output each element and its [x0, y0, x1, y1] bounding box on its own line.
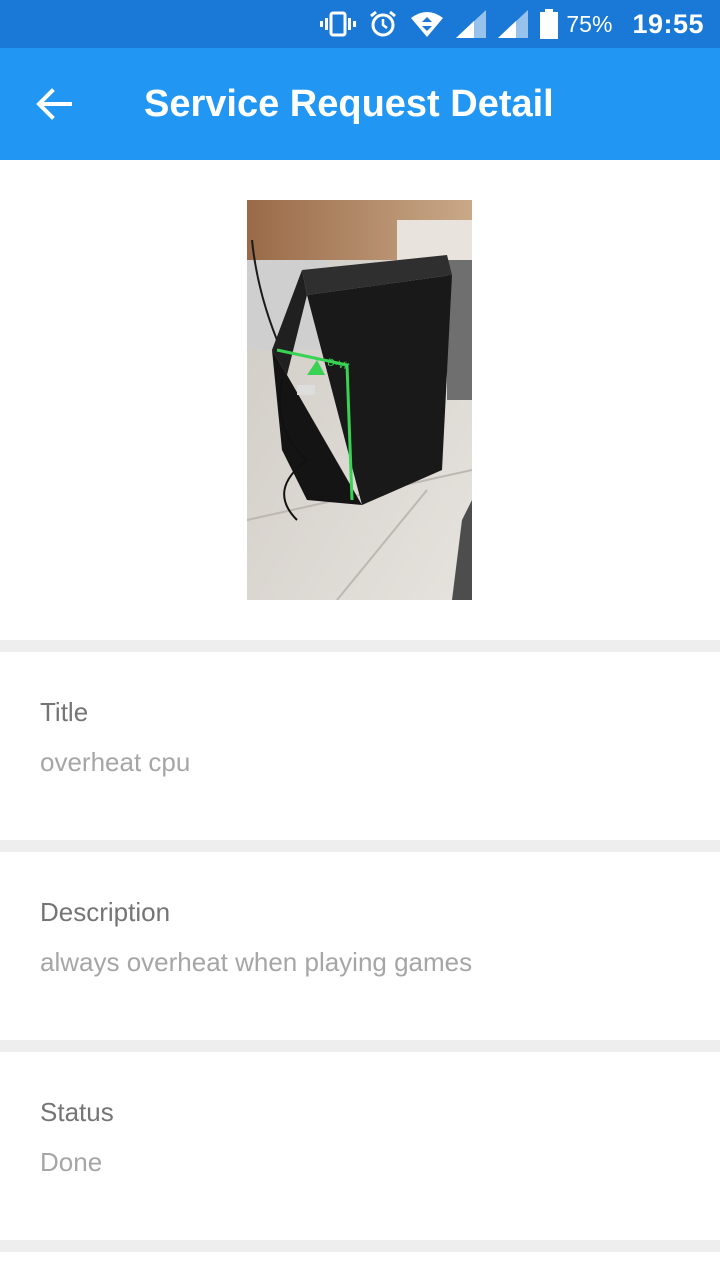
battery-percent: 75%: [566, 10, 613, 37]
title-section: Title overheat cpu: [40, 692, 680, 782]
section-divider: [0, 1040, 720, 1052]
vibrate-icon: [320, 10, 357, 38]
section-divider: [0, 640, 720, 652]
description-label: Description: [40, 897, 171, 927]
status-section: Status Done: [40, 1092, 680, 1182]
wifi-icon: [410, 10, 444, 38]
description-section: Description always overheat when playing…: [40, 892, 680, 982]
status-label: Status: [40, 1097, 114, 1127]
back-button[interactable]: [22, 72, 86, 136]
battery-icon: [540, 9, 559, 39]
title-label: Title: [40, 697, 89, 727]
app-bar: Service Request Detail: [0, 48, 720, 160]
status-icons: 75% 19:55: [308, 0, 704, 48]
title-value: overheat cpu: [40, 747, 191, 777]
pc-tower-photo: D-Vit: [247, 200, 472, 600]
arrow-back-icon: [36, 88, 72, 120]
alarm-icon: [368, 9, 398, 39]
status-bar: 75% 19:55: [0, 0, 720, 48]
request-photo[interactable]: D-Vit: [247, 200, 472, 600]
section-divider: [0, 1240, 720, 1252]
section-divider: [0, 840, 720, 852]
signal-icon: [456, 10, 487, 38]
signal-icon: [498, 10, 529, 38]
status-value: Done: [40, 1147, 103, 1177]
description-value: always overheat when playing games: [40, 947, 473, 977]
page-title: Service Request Detail: [144, 83, 554, 125]
clock: 19:55: [632, 8, 704, 39]
